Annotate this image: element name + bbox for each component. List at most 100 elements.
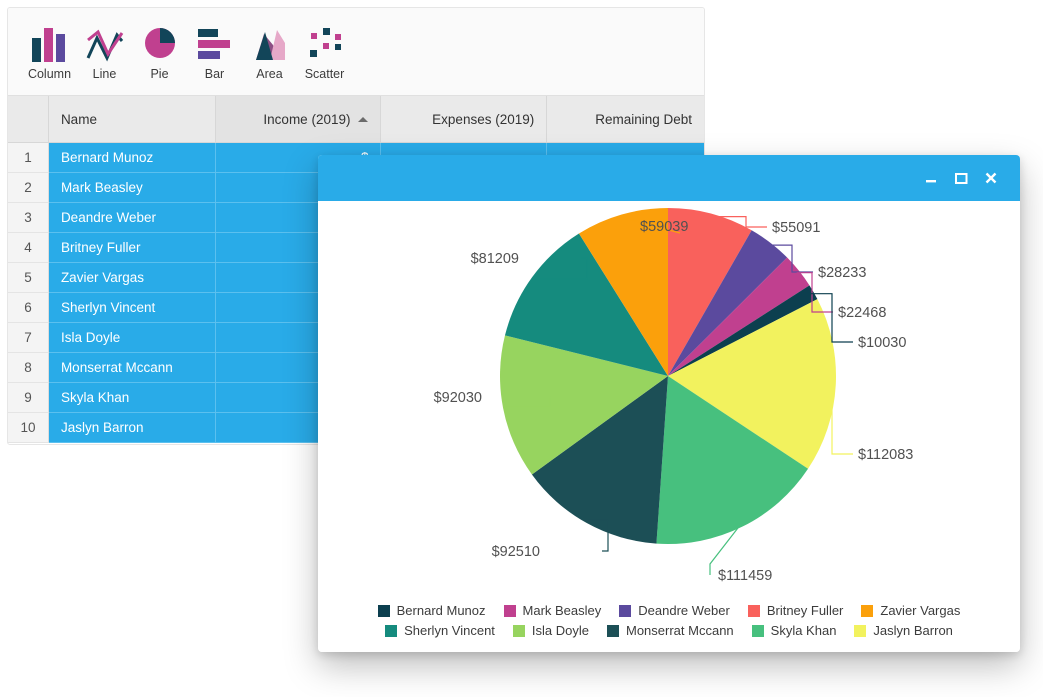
chart-legend: Bernard Munoz Mark Beasley Deandre Weber Br…: [318, 603, 1020, 638]
legend-label: Britney Fuller: [766, 603, 844, 618]
grid-header-name-label: Name: [60, 111, 97, 127]
pie-data-label: $112083: [858, 447, 913, 463]
toolbar-item-label: Line: [92, 67, 117, 81]
legend-item[interactable]: Bernard Munoz: [377, 603, 486, 618]
grid-header-income-label: Income (2019): [263, 111, 351, 127]
row-number-cell[interactable]: 1: [8, 143, 49, 173]
cell-name[interactable]: Bernard Munoz: [48, 143, 216, 173]
pie-slices: [500, 208, 837, 544]
row-number-cell[interactable]: 4: [8, 233, 49, 263]
maximize-icon[interactable]: [946, 163, 976, 193]
legend-swatch-icon: [751, 624, 764, 637]
toolbar-item-label: Column: [27, 67, 72, 81]
legend-swatch-icon: [854, 624, 867, 637]
legend-label: Mark Beasley: [522, 603, 602, 618]
toolbar-item-label: Bar: [204, 67, 225, 81]
cell-name[interactable]: Isla Doyle: [48, 323, 216, 353]
legend-row: Bernard Munoz Mark Beasley Deandre Weber Br…: [369, 603, 970, 618]
legend-swatch-icon: [747, 604, 760, 617]
legend-label: Isla Doyle: [531, 623, 589, 638]
pie-leader-line: [831, 384, 853, 455]
line-chart-icon: [84, 22, 126, 64]
legend-item[interactable]: Deandre Weber: [619, 603, 730, 618]
legend-swatch-icon: [377, 604, 390, 617]
pie-chart[interactable]: $55091 $28233 $22468 $10030 $112083 $111459 $9…: [318, 201, 1020, 591]
chart-window: $55091 $28233 $22468 $10030 $112083 $111459 $9…: [318, 155, 1020, 652]
area-chart-icon: [249, 22, 291, 64]
legend-item[interactable]: Britney Fuller: [747, 603, 844, 618]
cell-name[interactable]: Zavier Vargas: [48, 263, 216, 293]
grid-header-debt-label: Remaining Debt: [595, 111, 693, 127]
window-titlebar[interactable]: [318, 155, 1020, 201]
legend-label: Monserrat Mccann: [626, 623, 734, 638]
row-number-cell[interactable]: 6: [8, 293, 49, 323]
legend-item[interactable]: Sherlyn Vincent: [385, 623, 495, 638]
legend-item[interactable]: Monserrat Mccann: [607, 623, 734, 638]
grid-header-income[interactable]: Income (2019): [215, 96, 382, 142]
toolbar-item-label: Area: [256, 67, 283, 81]
cell-name[interactable]: Monserrat Mccann: [48, 353, 216, 383]
pie-data-label: $55091: [772, 220, 820, 236]
scatter-chart-icon: [304, 22, 346, 64]
pie-data-label: $22468: [838, 305, 886, 321]
pie-chart-icon: [139, 22, 181, 64]
chart-area: $55091 $28233 $22468 $10030 $112083 $111459 $9…: [318, 201, 1020, 652]
legend-item[interactable]: Zavier Vargas: [861, 603, 960, 618]
column-chart-icon: [29, 22, 71, 64]
pie-data-label: $81209: [471, 251, 519, 267]
row-number-cell[interactable]: 2: [8, 173, 49, 203]
row-number-cell[interactable]: 9: [8, 383, 49, 413]
toolbar-item-line[interactable]: Line: [77, 22, 132, 81]
legend-swatch-icon: [607, 624, 619, 637]
grid-header-name[interactable]: Name: [49, 96, 216, 142]
row-number-cell[interactable]: 7: [8, 323, 49, 353]
grid-header-debt[interactable]: Remaining Debt: [547, 96, 704, 142]
cell-name[interactable]: Sherlyn Vincent: [48, 293, 216, 323]
pie-data-label: $92030: [434, 390, 482, 406]
legend-label: Zavier Vargas: [880, 603, 961, 618]
pie-data-label: $10030: [858, 335, 906, 351]
pie-data-label: $92510: [492, 544, 540, 560]
legend-item[interactable]: Mark Beasley: [503, 603, 602, 618]
legend-item[interactable]: Skyla Khan: [751, 623, 837, 638]
row-number-cell[interactable]: 5: [8, 263, 49, 293]
cell-name[interactable]: Skyla Khan: [48, 383, 216, 413]
grid-header-row: Name Income (2019) Expenses (2019) Remai…: [8, 96, 704, 143]
close-icon[interactable]: [976, 163, 1006, 193]
pie-data-label: $59039: [640, 219, 688, 235]
legend-label: Deandre Weber: [638, 603, 730, 618]
legend-row: Sherlyn Vincent Isla Doyle Monserrat Mccan…: [376, 623, 962, 638]
cell-name[interactable]: Britney Fuller: [48, 233, 216, 263]
legend-swatch-icon: [861, 604, 874, 617]
pie-data-label: $111459: [718, 568, 772, 584]
legend-label: Sherlyn Vincent: [404, 623, 495, 638]
grid-header-expenses-label: Expenses (2019): [432, 111, 535, 127]
toolbar-item-bar[interactable]: Bar: [187, 22, 242, 81]
legend-label: Jaslyn Barron: [873, 623, 953, 638]
legend-swatch-icon: [512, 624, 525, 637]
pie-data-label: $28233: [818, 265, 866, 281]
legend-swatch-icon: [619, 604, 632, 617]
sort-ascending-icon: [358, 116, 369, 122]
minimize-icon[interactable]: [916, 163, 946, 193]
legend-item[interactable]: Jaslyn Barron: [854, 623, 953, 638]
toolbar-item-area[interactable]: Area: [242, 22, 297, 81]
toolbar-item-pie[interactable]: Pie: [132, 22, 187, 81]
row-number-cell[interactable]: 8: [8, 353, 49, 383]
cell-name[interactable]: Mark Beasley: [48, 173, 216, 203]
cell-name[interactable]: Deandre Weber: [48, 203, 216, 233]
grid-header-expenses[interactable]: Expenses (2019): [381, 96, 548, 142]
legend-swatch-icon: [385, 624, 398, 637]
legend-swatch-icon: [503, 604, 516, 617]
row-number-cell[interactable]: 3: [8, 203, 49, 233]
toolbar-item-label: Pie: [150, 67, 169, 81]
row-number-cell[interactable]: 10: [8, 413, 49, 443]
bar-chart-icon: [194, 22, 236, 64]
toolbar-item-label: Scatter: [304, 67, 345, 81]
cell-name[interactable]: Jaslyn Barron: [48, 413, 216, 443]
toolbar-item-scatter[interactable]: Scatter: [297, 22, 352, 81]
legend-label: Skyla Khan: [770, 623, 837, 638]
grid-header-rownum: [8, 96, 49, 142]
legend-item[interactable]: Isla Doyle: [512, 623, 589, 638]
toolbar-item-column[interactable]: Column: [22, 22, 77, 81]
